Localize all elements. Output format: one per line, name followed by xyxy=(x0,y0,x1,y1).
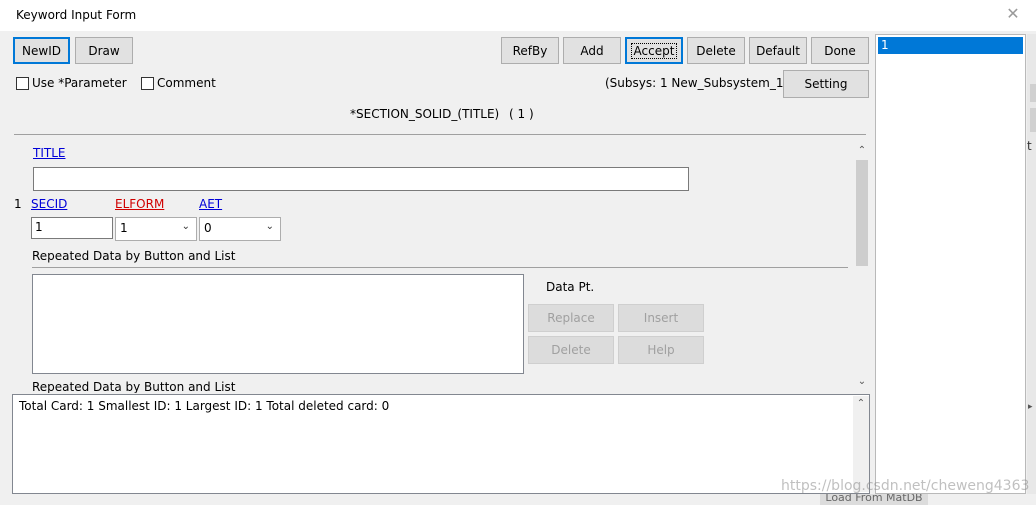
insert-button[interactable]: Insert xyxy=(618,304,704,332)
summary-panel: Total Card: 1 Smallest ID: 1 Largest ID:… xyxy=(12,394,870,494)
card-row-number: 1 xyxy=(14,197,22,211)
id-list-panel[interactable]: 1 xyxy=(875,34,1026,494)
summary-text: Total Card: 1 Smallest ID: 1 Largest ID:… xyxy=(19,399,390,413)
chevron-down-icon: ⌄ xyxy=(181,221,190,232)
background-window-arrow-icon: ▸ xyxy=(1028,402,1033,412)
elform-field-label[interactable]: ELFORM xyxy=(115,197,164,211)
repeated-data-list[interactable] xyxy=(32,274,524,374)
aet-field-label[interactable]: AET xyxy=(199,197,222,211)
delete-button[interactable]: Delete xyxy=(687,37,745,64)
scroll-down-icon[interactable]: ⌄ xyxy=(855,376,869,387)
use-parameter-checkbox[interactable] xyxy=(16,77,29,90)
title-bar: Keyword Input Form ✕ xyxy=(0,0,1036,31)
chevron-down-icon: ⌄ xyxy=(265,221,274,232)
window-title: Keyword Input Form xyxy=(16,8,137,22)
background-window-text: t xyxy=(1027,139,1032,153)
watermark-text: https://blog.csdn.net/cheweng4363 xyxy=(781,478,1030,494)
aet-select[interactable]: 0 ⌄ xyxy=(199,217,281,241)
id-list-item[interactable]: 1 xyxy=(878,37,1023,54)
summary-scroll-up-icon[interactable]: ⌃ xyxy=(854,398,868,409)
background-window-bottom: Load From MatDB xyxy=(0,494,1036,505)
repeated-data-title: Repeated Data by Button and List xyxy=(32,249,236,263)
add-button[interactable]: Add xyxy=(563,37,621,64)
use-parameter-label: Use *Parameter xyxy=(32,76,127,90)
background-window-control xyxy=(1030,108,1036,132)
keyword-heading: *SECTION_SOLID_(TITLE) xyxy=(350,107,500,121)
next-repeated-data-title: Repeated Data by Button and List xyxy=(32,380,236,393)
elform-select[interactable]: 1 ⌄ xyxy=(115,217,197,241)
newid-button[interactable]: NewID xyxy=(13,37,70,64)
keyword-input-form-window: Keyword Input Form ✕ NewID Draw RefBy Ad… xyxy=(0,0,1036,505)
subsystem-label: (Subsys: 1 New_Subsystem_1) xyxy=(605,76,789,90)
point-delete-button[interactable]: Delete xyxy=(528,336,614,364)
fields-scrollbar[interactable]: ⌃ ⌄ xyxy=(854,143,870,390)
comment-checkbox[interactable] xyxy=(141,77,154,90)
load-from-matdb-button[interactable]: Load From MatDB xyxy=(820,494,928,505)
background-window-edge xyxy=(1027,34,1036,505)
elform-selected-value: 1 xyxy=(120,221,128,235)
title-field-label[interactable]: TITLE xyxy=(33,146,65,160)
draw-button[interactable]: Draw xyxy=(75,37,133,64)
heading-divider xyxy=(14,134,866,135)
keyword-count: ( 1 ) xyxy=(509,107,534,121)
repeated-divider xyxy=(32,267,848,268)
setting-button[interactable]: Setting xyxy=(783,70,869,98)
data-point-label: Data Pt. xyxy=(546,280,595,294)
help-button[interactable]: Help xyxy=(618,336,704,364)
done-button[interactable]: Done xyxy=(811,37,869,64)
close-icon[interactable]: ✕ xyxy=(1005,6,1021,22)
refby-button[interactable]: RefBy xyxy=(501,37,559,64)
comment-label: Comment xyxy=(157,76,216,90)
scroll-thumb[interactable] xyxy=(856,160,868,266)
accept-button[interactable]: Accept xyxy=(625,37,683,64)
background-window-control xyxy=(1030,84,1036,102)
title-input[interactable] xyxy=(33,167,689,191)
secid-input[interactable]: 1 xyxy=(31,217,113,239)
scroll-up-icon[interactable]: ⌃ xyxy=(855,145,869,156)
aet-selected-value: 0 xyxy=(204,221,212,235)
default-button[interactable]: Default xyxy=(749,37,807,64)
replace-button[interactable]: Replace xyxy=(528,304,614,332)
secid-field-label[interactable]: SECID xyxy=(31,197,67,211)
next-repeated-clip: Repeated Data by Button and List xyxy=(14,380,852,393)
